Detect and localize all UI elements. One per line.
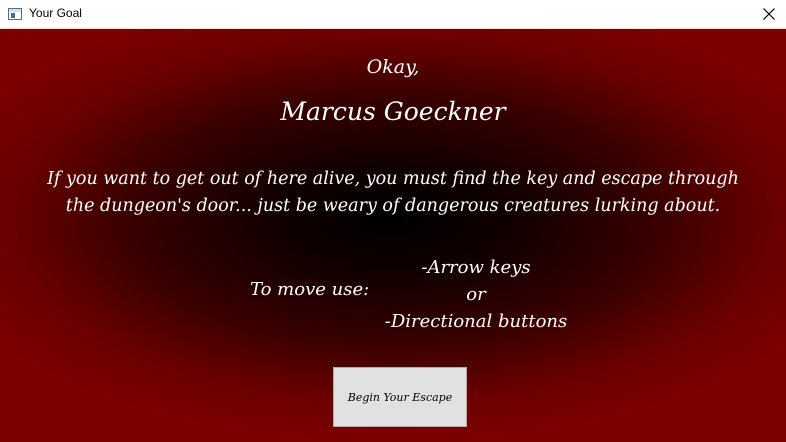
close-icon xyxy=(763,8,775,20)
goal-window: Your Goal Okay, Marcus Goeckner If you w… xyxy=(0,0,786,442)
begin-escape-button[interactable]: Begin Your Escape xyxy=(333,367,467,427)
goal-content: Okay, Marcus Goeckner If you want to get… xyxy=(0,29,786,442)
control-option-or: or xyxy=(466,284,486,305)
greeting-text: Okay, xyxy=(366,56,420,78)
title-bar: Your Goal xyxy=(0,0,786,29)
control-option-arrow-keys: -Arrow keys xyxy=(421,257,531,278)
close-button[interactable] xyxy=(752,0,786,28)
move-label: To move use: xyxy=(250,279,370,300)
window-title: Your Goal xyxy=(29,6,82,20)
player-name: Marcus Goeckner xyxy=(280,97,506,126)
app-window-icon xyxy=(8,8,22,20)
goal-description: If you want to get out of here alive, yo… xyxy=(47,169,739,216)
control-option-directional-buttons: -Directional buttons xyxy=(384,311,568,332)
